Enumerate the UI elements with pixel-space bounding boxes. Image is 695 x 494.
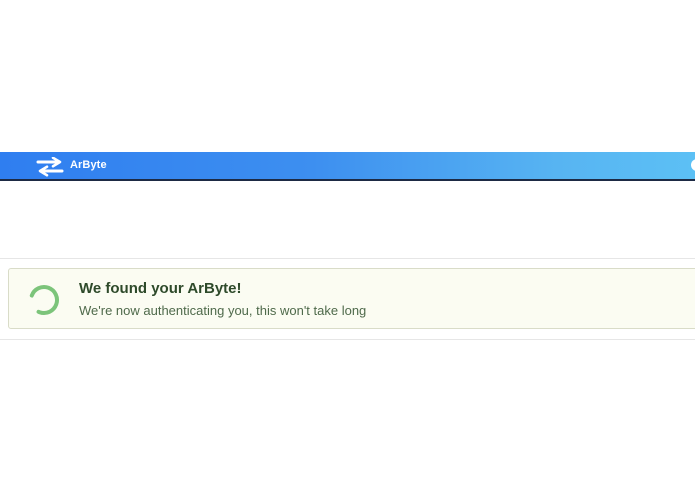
swap-arrows-icon[interactable]: [36, 156, 64, 177]
top-navbar: ArByte: [0, 152, 695, 181]
brand-name[interactable]: ArByte: [70, 159, 107, 171]
nav-edge-element[interactable]: [691, 159, 695, 171]
divider-top: [0, 258, 695, 259]
page: ArByte We found your ArByte! We're now a…: [0, 0, 695, 494]
status-alert: We found your ArByte! We're now authenti…: [8, 268, 695, 329]
divider-bottom: [0, 339, 695, 340]
alert-message: We're now authenticating you, this won't…: [79, 303, 367, 318]
alert-title: We found your ArByte!: [79, 280, 242, 297]
loading-spinner-icon: [28, 284, 60, 316]
